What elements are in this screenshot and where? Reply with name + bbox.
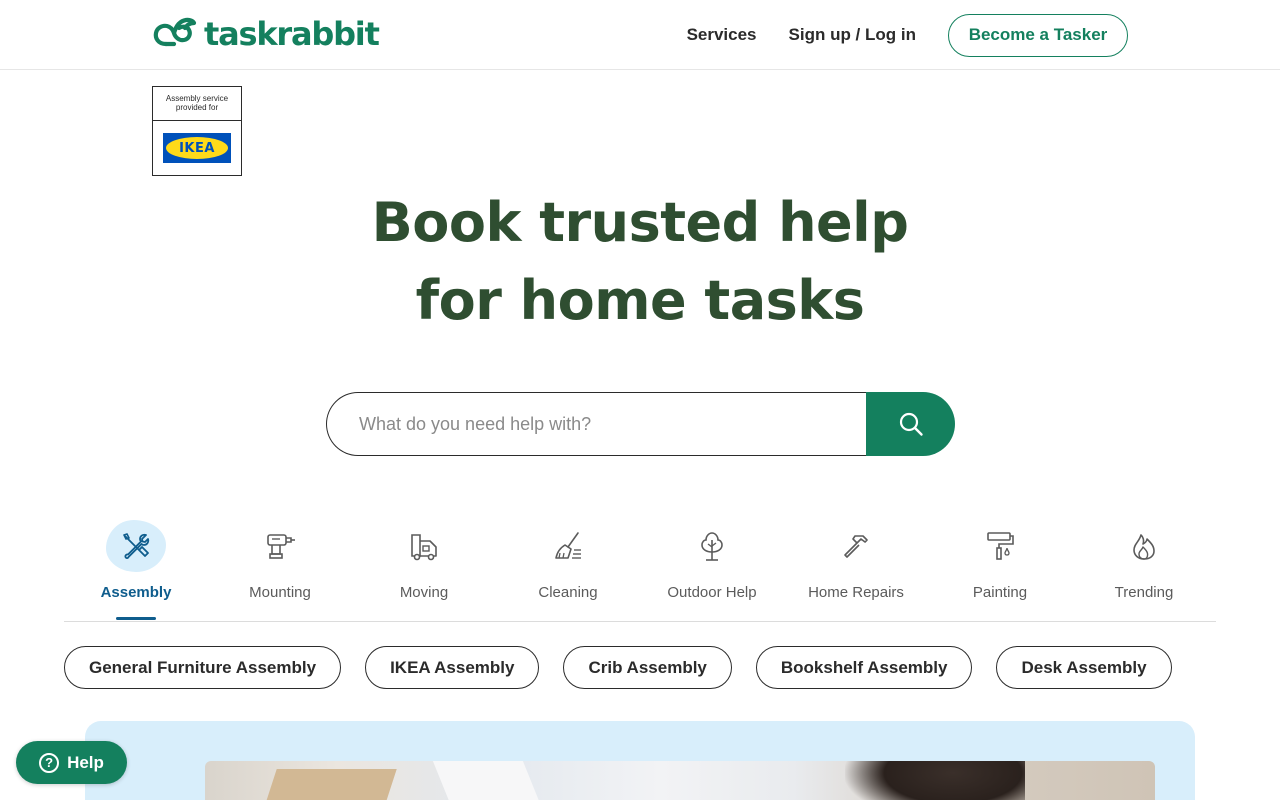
flame-icon xyxy=(1124,526,1164,566)
hero-title-line2: for home tasks xyxy=(415,269,865,332)
category-tab-mounting[interactable]: Mounting xyxy=(208,516,352,621)
chip-ikea-assembly[interactable]: IKEA Assembly xyxy=(365,646,540,689)
category-label: Home Repairs xyxy=(808,584,904,601)
category-label: Painting xyxy=(972,584,1028,601)
category-label: Mounting xyxy=(249,584,311,601)
featured-service-panel xyxy=(85,721,1195,800)
search-input[interactable] xyxy=(326,392,866,456)
logo-wordmark: taskrabbit xyxy=(204,15,380,53)
chip-crib-assembly[interactable]: Crib Assembly xyxy=(563,646,732,689)
category-tab-moving[interactable]: Moving xyxy=(352,516,496,621)
ikea-caption-line1: Assembly service xyxy=(165,94,229,103)
task-search-bar xyxy=(326,392,955,456)
tools-icon xyxy=(116,526,156,566)
help-button-label: Help xyxy=(67,752,104,772)
ikea-logo: IKEA xyxy=(163,133,231,163)
hammer-icon xyxy=(836,526,876,566)
ikea-badge-caption: Assembly service provided for xyxy=(153,87,241,121)
ikea-caption-line2: provided for xyxy=(175,103,219,112)
category-label: Cleaning xyxy=(538,584,598,601)
category-label: Assembly xyxy=(100,584,172,601)
search-icon xyxy=(899,412,923,436)
category-tabs: Assembly Mounting Moving Cleaning Outdoo… xyxy=(64,516,1216,622)
rabbit-logo-icon xyxy=(153,17,197,47)
taskrabbit-logo[interactable]: taskrabbit xyxy=(152,14,380,54)
assembly-photo xyxy=(205,761,1155,800)
category-label: Moving xyxy=(399,584,449,601)
assembly-subcategory-chips: General Furniture Assembly IKEA Assembly… xyxy=(64,646,1172,689)
chip-desk-assembly[interactable]: Desk Assembly xyxy=(996,646,1172,689)
drill-icon xyxy=(260,526,300,566)
category-label: Outdoor Help xyxy=(667,584,757,601)
ikea-partner-badge: Assembly service provided for IKEA xyxy=(152,86,242,176)
category-tab-outdoor-help[interactable]: Outdoor Help xyxy=(640,516,784,621)
become-tasker-button[interactable]: Become a Tasker xyxy=(948,13,1128,57)
signup-login-link[interactable]: Sign up / Log in xyxy=(789,25,916,45)
question-mark-icon: ? xyxy=(39,752,60,773)
category-tab-home-repairs[interactable]: Home Repairs xyxy=(784,516,928,621)
hero-title-line1: Book trusted help xyxy=(371,191,909,254)
top-nav: Services Sign up / Log in Become a Taske… xyxy=(687,13,1128,57)
search-button[interactable] xyxy=(866,392,955,456)
ikea-logo-text: IKEA xyxy=(179,140,215,156)
chip-bookshelf-assembly[interactable]: Bookshelf Assembly xyxy=(755,646,973,689)
help-button[interactable]: ? Help xyxy=(16,741,127,784)
category-tab-painting[interactable]: Painting xyxy=(928,516,1072,621)
hero-title: Book trusted help for home tasks xyxy=(0,184,1280,340)
broom-icon xyxy=(548,526,588,566)
site-header: taskrabbit Services Sign up / Log in Bec… xyxy=(0,0,1280,70)
tree-icon xyxy=(692,526,732,566)
paint-roller-icon xyxy=(980,526,1020,566)
active-tab-indicator xyxy=(116,617,156,620)
services-link[interactable]: Services xyxy=(687,25,757,45)
category-tab-assembly[interactable]: Assembly xyxy=(64,516,208,621)
chip-general-furniture-assembly[interactable]: General Furniture Assembly xyxy=(64,646,342,689)
category-tab-trending[interactable]: Trending xyxy=(1072,516,1216,621)
category-label: Trending xyxy=(1114,584,1174,601)
moving-truck-icon xyxy=(404,526,444,566)
category-tab-cleaning[interactable]: Cleaning xyxy=(496,516,640,621)
